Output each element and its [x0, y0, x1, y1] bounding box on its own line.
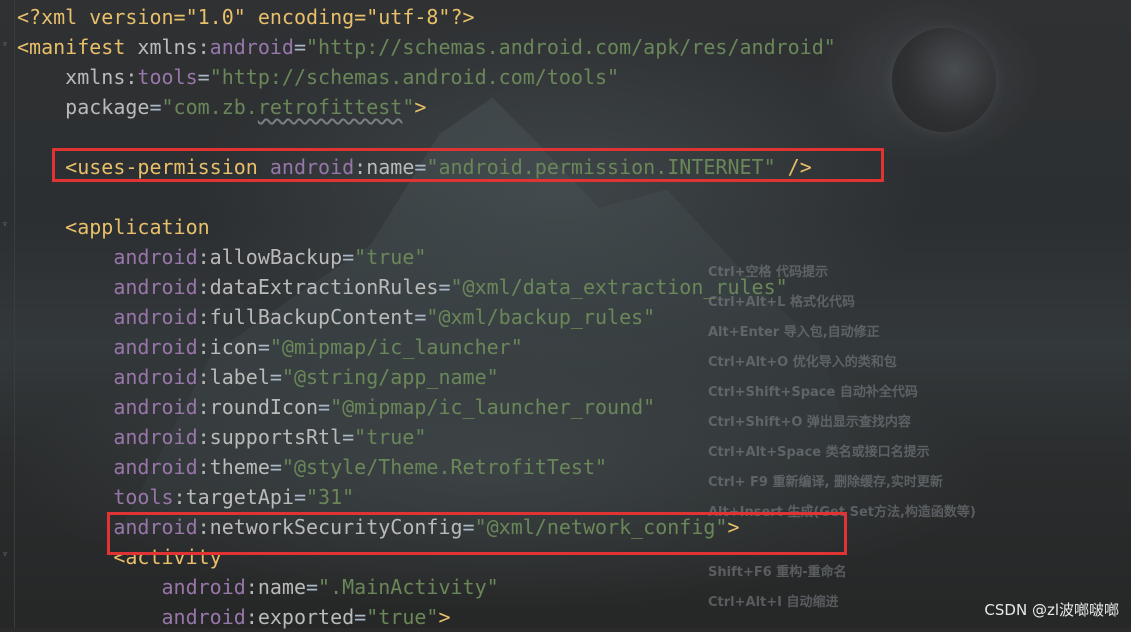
code-line[interactable]: android:dataExtractionRules="@xml/data_e…: [17, 272, 836, 302]
code-token: =: [414, 305, 427, 329]
code-token: <application: [17, 215, 210, 239]
code-token: xmlns:: [137, 35, 210, 59]
code-token: "com.zb.: [161, 95, 258, 119]
code-token: =: [197, 65, 210, 89]
code-token: android: [17, 425, 198, 449]
code-token: "@string/app_name": [281, 365, 499, 389]
code-token: :theme: [197, 455, 270, 479]
code-token: =: [293, 485, 307, 509]
code-line[interactable]: android:name=".MainActivity": [17, 572, 836, 602]
code-token: tools: [137, 65, 198, 89]
code-token: "31": [306, 485, 355, 509]
code-line[interactable]: android:label="@string/app_name": [17, 362, 836, 392]
fold-collapse-icon[interactable]: ▿: [2, 550, 12, 560]
code-token: android: [17, 305, 198, 329]
code-token: =: [354, 605, 367, 629]
code-token: xmlns:: [17, 65, 138, 89]
code-line[interactable]: package="com.zb.retrofittest">: [17, 92, 836, 122]
code-token: tools: [17, 485, 174, 509]
code-token: android: [17, 575, 246, 599]
code-token: :icon: [197, 335, 258, 359]
code-token: "@mipmap/ic_launcher": [269, 335, 523, 359]
code-token: =: [438, 275, 451, 299]
code-token: retrofittest: [257, 95, 403, 119]
code-line[interactable]: <application: [17, 212, 836, 242]
code-line[interactable]: android:theme="@style/Theme.RetrofitTest…: [17, 452, 836, 482]
code-token: android: [17, 455, 198, 479]
editor-gutter[interactable]: ▿ ▿ ▿: [0, 0, 15, 628]
code-line[interactable]: <?xml version="1.0" encoding="utf-8"?>: [17, 2, 836, 32]
code-token: <manifest: [17, 35, 138, 59]
code-token: =: [293, 35, 307, 59]
code-token: android: [17, 365, 198, 389]
code-token: :fullBackupContent: [197, 305, 415, 329]
code-line[interactable]: android:allowBackup="true": [17, 242, 836, 272]
code-token: :supportsRtl: [197, 425, 343, 449]
csdn-watermark: CSDN @zl波啷啵啷: [984, 601, 1119, 619]
code-line[interactable]: android:fullBackupContent="@xml/backup_r…: [17, 302, 836, 332]
code-line[interactable]: <manifest xmlns:android="http://schemas.…: [17, 32, 836, 62]
code-token: <?xml version="1.0" encoding="utf-8"?>: [17, 5, 475, 29]
code-token: >: [438, 605, 451, 629]
code-token: :label: [197, 365, 270, 389]
code-token: =: [269, 365, 282, 389]
code-token: ": [402, 95, 415, 119]
code-token: =: [342, 245, 355, 269]
code-token: =: [269, 455, 282, 479]
code-token: "@xml/backup_rules": [426, 305, 656, 329]
background-planet: [892, 28, 996, 132]
code-token: android: [17, 335, 198, 359]
code-token: "true": [354, 425, 427, 449]
fold-collapse-icon[interactable]: ▿: [2, 40, 12, 50]
code-token: "@style/Theme.RetrofitTest": [281, 455, 608, 479]
code-token: "http://schemas.android.com/tools": [209, 65, 620, 89]
code-token: "@xml/data_extraction_rules": [450, 275, 788, 299]
code-token: :dataExtractionRules: [197, 275, 439, 299]
code-token: android: [17, 275, 198, 299]
code-token: "http://schemas.android.com/apk/res/andr…: [306, 35, 836, 59]
code-line[interactable]: tools:targetApi="31": [17, 482, 836, 512]
code-token: "@mipmap/ic_launcher_round": [330, 395, 656, 419]
highlight-box-uses-permission: [52, 148, 884, 182]
code-line[interactable]: xmlns:tools="http://schemas.android.com/…: [17, 62, 836, 92]
code-token: =: [342, 425, 355, 449]
code-token: "true": [366, 605, 439, 629]
code-token: android: [17, 245, 198, 269]
code-token: android: [209, 35, 294, 59]
code-token: =: [257, 335, 270, 359]
code-token: :allowBackup: [197, 245, 343, 269]
code-token: package: [17, 95, 150, 119]
code-line[interactable]: android:supportsRtl="true": [17, 422, 836, 452]
code-token: =: [306, 575, 319, 599]
code-line[interactable]: android:icon="@mipmap/ic_launcher": [17, 332, 836, 362]
code-token: =: [318, 395, 331, 419]
highlight-box-network-security-config: [107, 512, 847, 555]
code-token: :name: [245, 575, 306, 599]
code-token: android: [17, 395, 198, 419]
code-token: >: [414, 95, 427, 119]
code-token: "true": [354, 245, 427, 269]
code-token: ".MainActivity": [318, 575, 499, 599]
code-token: :targetApi: [173, 485, 294, 509]
code-line[interactable]: android:roundIcon="@mipmap/ic_launcher_r…: [17, 392, 836, 422]
fold-collapse-icon[interactable]: ▿: [2, 220, 12, 230]
code-token: android: [17, 605, 246, 629]
code-token: :exported: [245, 605, 355, 629]
code-token: =: [149, 95, 162, 119]
code-line[interactable]: [17, 182, 836, 212]
code-token: :roundIcon: [197, 395, 319, 419]
